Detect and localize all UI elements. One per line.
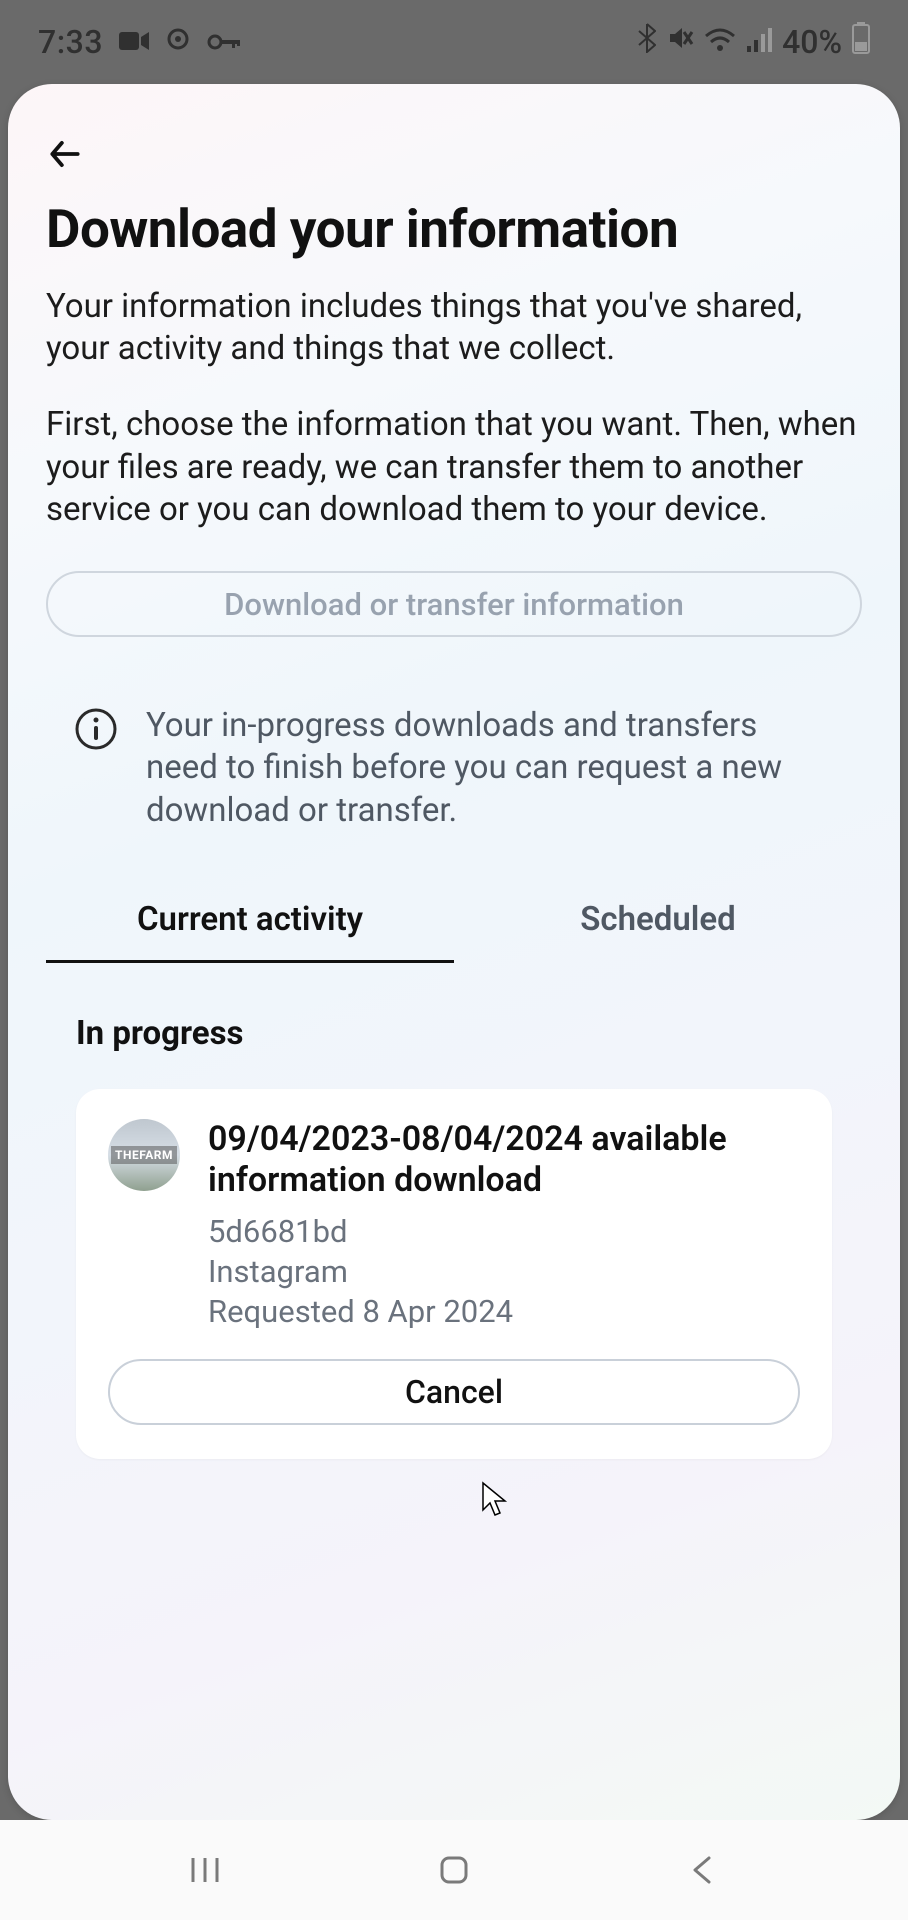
nav-back-icon[interactable]: [683, 1850, 723, 1890]
download-card-title: 09/04/2023-08/04/2024 available informat…: [208, 1119, 800, 1202]
back-button[interactable]: [46, 132, 90, 176]
signal-icon: [746, 25, 772, 60]
cancel-button[interactable]: Cancel: [108, 1359, 800, 1425]
intro-text: Your information includes things that yo…: [46, 286, 862, 531]
status-time: 7:33: [38, 23, 103, 61]
system-navbar: [0, 1820, 908, 1920]
nav-home-icon[interactable]: [434, 1850, 474, 1890]
tab-scheduled-label: Scheduled: [580, 900, 735, 939]
tabs: Current activity Scheduled: [46, 890, 862, 964]
nav-recent-icon[interactable]: [185, 1850, 225, 1890]
tab-current-label: Current activity: [137, 900, 363, 939]
in-progress-heading: In progress: [46, 1014, 862, 1053]
download-card-code: 5d6681bd: [208, 1212, 800, 1252]
modal-sheet: Download your information Your informati…: [8, 84, 900, 1820]
activity-icon: [165, 25, 191, 60]
intro-paragraph-1: Your information includes things that yo…: [46, 286, 862, 370]
battery-text: 40%: [782, 23, 842, 61]
bluetooth-icon: [638, 23, 656, 61]
tab-scheduled[interactable]: Scheduled: [454, 890, 862, 963]
tab-current-activity[interactable]: Current activity: [46, 890, 454, 963]
download-or-transfer-label: Download or transfer information: [224, 586, 684, 623]
info-notice: Your in-progress downloads and transfers…: [46, 705, 862, 832]
page-title: Download your information: [46, 198, 862, 260]
download-card-requested: Requested 8 Apr 2024: [208, 1292, 800, 1332]
intro-paragraph-2: First, choose the information that you w…: [46, 404, 862, 531]
mute-icon: [666, 24, 694, 60]
download-card: THEFARM 09/04/2023-08/04/2024 available …: [76, 1089, 832, 1459]
wifi-icon: [704, 25, 736, 60]
avatar: THEFARM: [108, 1119, 180, 1191]
vpn-key-icon: [207, 25, 241, 60]
info-notice-text: Your in-progress downloads and transfers…: [146, 705, 836, 832]
download-card-service: Instagram: [208, 1252, 800, 1292]
info-icon: [72, 707, 120, 755]
download-or-transfer-button[interactable]: Download or transfer information: [46, 571, 862, 637]
status-bar: 7:33 40%: [0, 0, 908, 84]
battery-icon: [852, 22, 870, 62]
cancel-label: Cancel: [405, 1373, 503, 1411]
video-icon: [119, 25, 149, 60]
